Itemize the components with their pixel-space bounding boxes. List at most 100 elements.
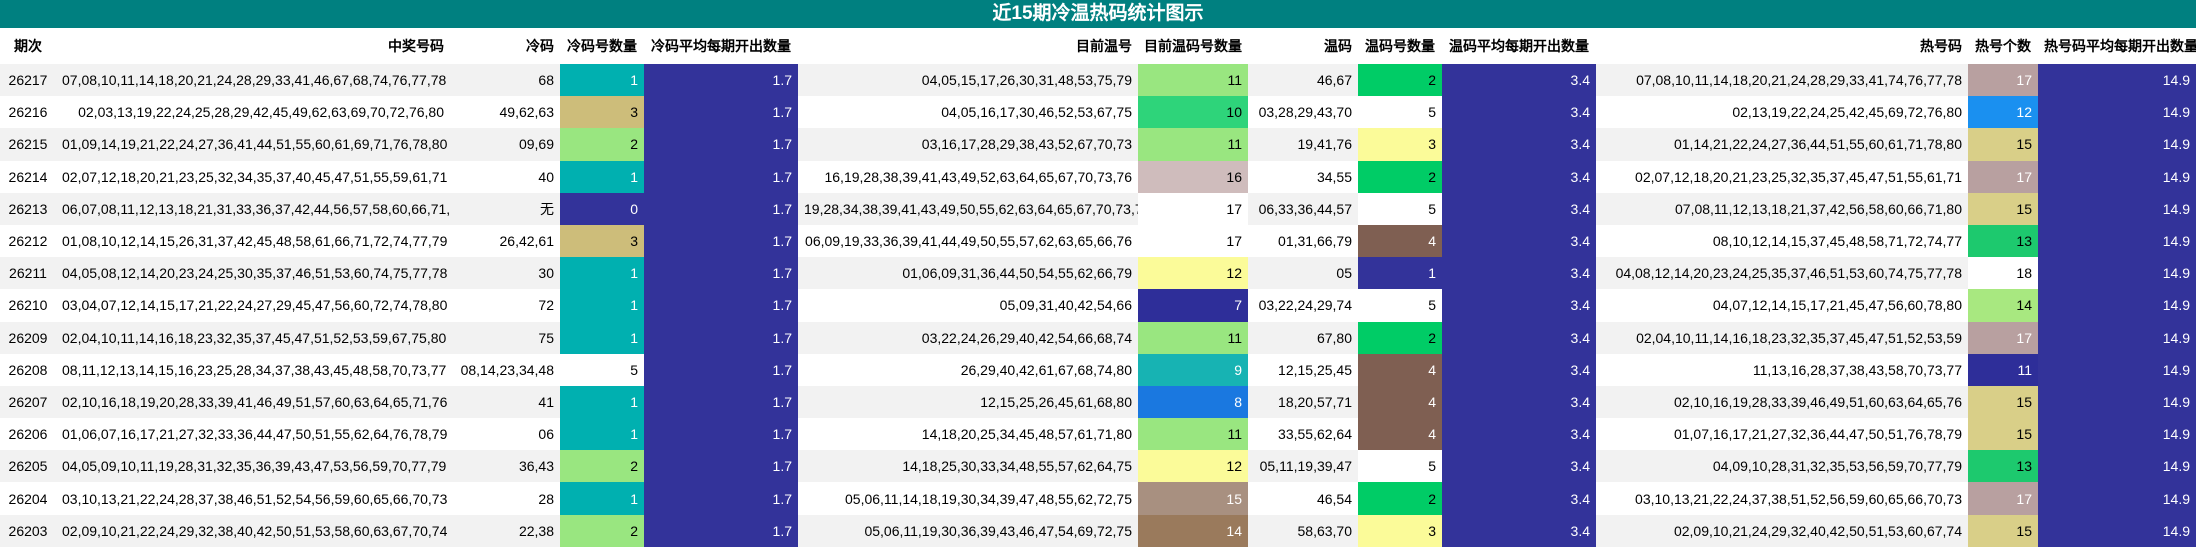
warm-count-cell: 4 — [1358, 385, 1442, 419]
hot-numbers-cell: 11,13,16,28,37,38,43,58,70,73,77 — [1596, 353, 1968, 386]
issue-cell: 26203 — [0, 514, 56, 547]
hot-avg-cell: 14.9 — [2038, 257, 2196, 290]
hot-avg-cell: 14.9 — [2038, 482, 2196, 515]
hot-numbers-cell: 02,10,16,19,28,33,39,46,49,51,60,63,64,6… — [1596, 385, 1968, 419]
col-header-issue: 期次 — [0, 28, 56, 64]
issue-cell: 26215 — [0, 128, 56, 161]
hot-count-cell: 15 — [1968, 192, 2038, 225]
table-row: 26211 04,05,08,12,14,20,23,24,25,30,35,37… — [0, 257, 2196, 290]
stats-sheet: 近15期冷温热码统计图示 期次 中奖号码 冷码 冷码号数量 冷码平均每期开出数量 — [0, 0, 2196, 547]
cold-avg-cell: 1.7 — [644, 192, 798, 225]
table-row: 26212 01,08,10,12,14,15,26,31,37,42,45,48… — [0, 224, 2196, 258]
winning-numbers-cell: 01,09,14,19,21,22,24,27,36,41,44,51,55,6… — [56, 128, 450, 161]
cold-count-cell: 2 — [560, 514, 644, 547]
winning-numbers-cell: 08,11,12,13,14,15,16,23,25,28,34,37,38,4… — [56, 353, 450, 386]
warm-numbers-cell: 06,33,36,44,57 — [1248, 192, 1358, 225]
col-header-winning: 中奖号码 — [56, 28, 450, 64]
winning-numbers-cell: 02,04,10,11,14,16,18,23,32,35,37,45,47,5… — [56, 321, 450, 354]
warm-count-cell: 5 — [1358, 192, 1442, 225]
issue-cell: 26212 — [0, 224, 56, 258]
hot-numbers-cell: 01,14,21,22,24,27,36,44,51,55,60,61,71,7… — [1596, 128, 1968, 161]
warm-avg-cell: 3.4 — [1442, 160, 1596, 193]
cold-avg-cell: 1.7 — [644, 289, 798, 322]
warm-numbers-cell: 33,55,62,64 — [1248, 418, 1358, 451]
col-header-cold-avg: 冷码平均每期开出数量 — [644, 28, 798, 64]
warm-count-cell: 4 — [1358, 418, 1442, 451]
hot-numbers-cell: 04,08,12,14,20,23,24,25,35,37,46,51,53,6… — [1596, 257, 1968, 290]
warm-count-cell: 4 — [1358, 353, 1442, 386]
warm-numbers-cell: 18,20,57,71 — [1248, 385, 1358, 419]
warm-now-count-cell: 7 — [1138, 289, 1248, 322]
hot-count-cell: 15 — [1968, 514, 2038, 547]
cold-avg-cell: 1.7 — [644, 353, 798, 386]
table-row: 26203 02,09,10,21,22,24,29,32,38,40,42,50… — [0, 514, 2196, 547]
warm-now-count-cell: 14 — [1138, 514, 1248, 547]
table-row: 26204 03,10,13,21,22,24,28,37,38,46,51,52… — [0, 482, 2196, 515]
hot-count-cell: 17 — [1968, 64, 2038, 97]
cold-avg-cell: 1.7 — [644, 128, 798, 161]
warm-avg-cell: 3.4 — [1442, 482, 1596, 515]
hot-count-cell: 15 — [1968, 418, 2038, 451]
hot-numbers-cell: 02,09,10,21,24,29,32,40,42,50,51,53,60,6… — [1596, 514, 1968, 547]
hot-numbers-cell: 03,10,13,21,22,24,37,38,51,52,56,59,60,6… — [1596, 482, 1968, 515]
issue-cell: 26216 — [0, 96, 56, 129]
col-header-hot-count: 热号个数 — [1968, 28, 2038, 64]
hot-avg-cell: 14.9 — [2038, 96, 2196, 129]
issue-cell: 26205 — [0, 450, 56, 483]
warm-numbers-cell: 03,22,24,29,74 — [1248, 289, 1358, 322]
warm-now-count-cell: 9 — [1138, 353, 1248, 386]
issue-cell: 26214 — [0, 160, 56, 193]
hot-numbers-cell: 02,07,12,18,20,21,23,25,32,35,37,45,47,5… — [1596, 160, 1968, 193]
hot-count-cell: 17 — [1968, 482, 2038, 515]
cold-numbers-cell: 无 — [450, 192, 560, 225]
winning-numbers-cell: 02,03,13,19,22,24,25,28,29,42,45,49,62,6… — [56, 96, 450, 129]
winning-numbers-cell: 02,07,12,18,20,21,23,25,32,34,35,37,40,4… — [56, 160, 450, 193]
winning-numbers-cell: 04,05,09,10,11,19,28,31,32,35,36,39,43,4… — [56, 450, 450, 483]
hot-count-cell: 13 — [1968, 450, 2038, 483]
cold-count-cell: 1 — [560, 321, 644, 354]
warm-now-count-cell: 16 — [1138, 160, 1248, 193]
cold-count-cell: 1 — [560, 418, 644, 451]
issue-cell: 26211 — [0, 257, 56, 290]
table-row: 26216 02,03,13,19,22,24,25,28,29,42,45,49… — [0, 96, 2196, 129]
issue-cell: 26213 — [0, 192, 56, 225]
warm-count-cell: 2 — [1358, 160, 1442, 193]
cold-count-cell: 1 — [560, 160, 644, 193]
hot-avg-cell: 14.9 — [2038, 128, 2196, 161]
warm-now-numbers-cell: 12,15,25,26,45,61,68,80 — [798, 385, 1138, 419]
winning-numbers-cell: 07,08,10,11,14,18,20,21,24,28,29,33,41,4… — [56, 64, 450, 97]
hot-numbers-cell: 07,08,11,12,13,18,21,37,42,56,58,60,66,7… — [1596, 192, 1968, 225]
warm-avg-cell: 3.4 — [1442, 385, 1596, 419]
cold-numbers-cell: 41 — [450, 385, 560, 419]
warm-count-cell: 2 — [1358, 482, 1442, 515]
hot-count-cell: 15 — [1968, 128, 2038, 161]
winning-numbers-cell: 03,10,13,21,22,24,28,37,38,46,51,52,54,5… — [56, 482, 450, 515]
cold-count-cell: 1 — [560, 289, 644, 322]
winning-numbers-cell: 02,10,16,18,19,20,28,33,39,41,46,49,51,5… — [56, 385, 450, 419]
warm-count-cell: 4 — [1358, 224, 1442, 258]
winning-numbers-cell: 04,05,08,12,14,20,23,24,25,30,35,37,46,5… — [56, 257, 450, 290]
warm-avg-cell: 3.4 — [1442, 64, 1596, 97]
warm-now-numbers-cell: 05,06,11,14,18,19,30,34,39,47,48,55,62,7… — [798, 482, 1138, 515]
cold-numbers-cell: 36,43 — [450, 450, 560, 483]
warm-count-cell: 3 — [1358, 128, 1442, 161]
warm-numbers-cell: 46,67 — [1248, 64, 1358, 97]
hot-count-cell: 18 — [1968, 257, 2038, 290]
warm-numbers-cell: 05 — [1248, 257, 1358, 290]
warm-numbers-cell: 19,41,76 — [1248, 128, 1358, 161]
hot-avg-cell: 14.9 — [2038, 289, 2196, 322]
cold-avg-cell: 1.7 — [644, 514, 798, 547]
cold-avg-cell: 1.7 — [644, 64, 798, 97]
winning-numbers-cell: 06,07,08,11,12,13,18,21,31,33,36,37,42,4… — [56, 192, 450, 225]
hot-avg-cell: 14.9 — [2038, 224, 2196, 258]
table-row: 26207 02,10,16,18,19,20,28,33,39,41,46,49… — [0, 385, 2196, 419]
cold-numbers-cell: 08,14,23,34,48 — [450, 353, 560, 386]
warm-now-numbers-cell: 16,19,28,38,39,41,43,49,52,63,64,65,67,7… — [798, 160, 1138, 193]
cold-avg-cell: 1.7 — [644, 257, 798, 290]
warm-now-count-cell: 11 — [1138, 418, 1248, 451]
warm-avg-cell: 3.4 — [1442, 418, 1596, 451]
table-row: 26206 01,06,07,16,17,21,27,32,33,36,44,47… — [0, 418, 2196, 451]
warm-count-cell: 1 — [1358, 257, 1442, 290]
issue-cell: 26207 — [0, 385, 56, 419]
cold-count-cell: 2 — [560, 450, 644, 483]
